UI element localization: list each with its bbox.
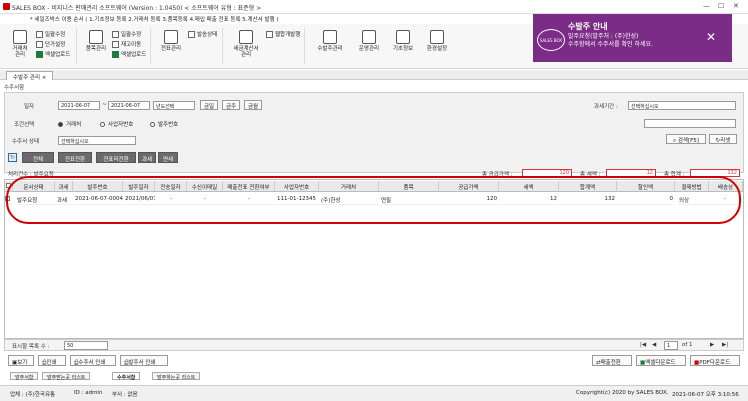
status-company: 업체 : (주)한국유통 <box>10 392 56 398</box>
refresh-icon[interactable]: ↻ <box>8 153 17 162</box>
po-print-button[interactable]: ⎙발주서 인쇄 <box>120 355 168 366</box>
stock-icon <box>112 40 119 48</box>
year-select[interactable]: 년도선택 <box>153 101 195 110</box>
status-copyright: Copyright(c) 2020 by SALES BOX. <box>576 390 669 396</box>
rows-per-page-label: 표시할 목록 수 : <box>12 344 50 350</box>
window-title: SALES BOX - 비지니스 판매관리 소프트웨어 (Version : 1… <box>12 5 262 12</box>
filter-unconverted-button[interactable]: 전표미전환 <box>96 152 136 163</box>
radio-orderno[interactable]: 발주번호 <box>150 120 178 128</box>
customer-manage-button[interactable]: 거래처 관리 <box>6 30 34 58</box>
base-info-icon <box>396 30 410 44</box>
page-prev-icon[interactable]: ◀ <box>652 342 656 348</box>
status-datetime: 2021-06-07 오후 3:10:56 <box>672 392 739 398</box>
operation-icon <box>362 30 376 44</box>
filter-taxfree-button[interactable]: 면세 <box>158 152 178 163</box>
maximize-icon[interactable]: ☐ <box>718 2 724 10</box>
minimize-icon[interactable]: — <box>703 2 710 10</box>
filter-converted-button[interactable]: 전표전환 <box>58 152 92 163</box>
customer-icon <box>13 30 27 44</box>
status-user: ID : admin <box>74 390 103 396</box>
page-count: of 1 <box>682 342 693 348</box>
send-icon <box>188 30 195 38</box>
issue-icon <box>266 30 273 38</box>
tax-issue-button[interactable]: 웹합개발행 <box>266 30 300 38</box>
order-icon <box>323 30 337 44</box>
pdf-download-button[interactable]: ■PDF다운로드 <box>690 355 740 366</box>
tax-icon <box>239 30 253 44</box>
price-icon <box>36 40 43 48</box>
salesbox-logo: SALES BOX <box>537 29 565 51</box>
this-week-button[interactable]: 금주 <box>222 100 240 110</box>
radio-customer[interactable]: 거래처 <box>58 120 81 128</box>
tab-buyer-list[interactable]: 발주하는곳 리스트 <box>152 372 201 381</box>
tax-period-select[interactable]: 선택하십시오 <box>628 101 736 110</box>
edit-icon <box>36 30 43 38</box>
app-icon <box>3 3 10 10</box>
item-excel-upload-button[interactable]: 엑셀업로드 <box>112 50 146 58</box>
tab-close-icon[interactable]: × <box>42 75 47 81</box>
page-first-icon[interactable]: |◀ <box>640 342 646 348</box>
condition-search-input[interactable] <box>644 119 736 128</box>
condition-label: 조건선택 <box>14 122 35 128</box>
usage-marquee: * 세일즈박스 이용 순서 ( 1.기초정보 등록 2.거래처 등록 3.품목등… <box>30 17 279 23</box>
this-month-button[interactable]: 금월 <box>244 100 262 110</box>
table-footer <box>4 339 744 351</box>
view-button[interactable]: ▣보기 <box>8 355 34 366</box>
slip-icon <box>164 30 178 44</box>
close-icon[interactable]: ✕ <box>733 2 739 10</box>
status-label: 수주서 상태 <box>12 139 40 145</box>
item-manage-button[interactable]: 품목관리 <box>82 30 110 52</box>
today-button[interactable]: 금일 <box>200 100 218 110</box>
notice-body: 발주요청(발주처 : (주)한성) 수주함에서 수주서를 확인 하세요. <box>568 33 653 48</box>
operation-manage-button[interactable]: 운영관리 <box>352 30 386 52</box>
section-title: 수주서함 <box>4 85 25 91</box>
highlight-circle <box>6 176 741 224</box>
filter-taxable-button[interactable]: 과세 <box>138 152 156 163</box>
status-dept: 부서 : 없음 <box>112 392 138 398</box>
radio-bizno[interactable]: 사업자번호 <box>100 120 133 128</box>
status-select[interactable]: 선택하십시오 <box>58 136 136 145</box>
stock-move-button[interactable]: 재고이동 <box>112 40 141 48</box>
item-bulk-edit-button[interactable]: 일괄수정 <box>112 30 141 38</box>
date-label: 일자 <box>24 104 35 110</box>
reset-button[interactable]: ↻리셋 <box>709 134 737 144</box>
print-button[interactable]: ⎙인쇄 <box>38 355 66 366</box>
edit-icon <box>112 30 119 38</box>
filter-all-button[interactable]: 전체 <box>22 152 54 163</box>
order-manage-button[interactable]: 수발주관리 <box>310 30 350 52</box>
tax-period-label: 과세기간 : <box>594 104 618 110</box>
to-sales-button[interactable]: ⇄매출전환 <box>592 355 632 366</box>
notice-close-icon[interactable]: ✕ <box>706 30 716 44</box>
excel-icon <box>36 50 43 58</box>
tax-invoice-button[interactable]: 세금계산서 관리 <box>228 30 264 58</box>
tab-po-inbox[interactable]: 발주서함 <box>10 372 39 381</box>
notice-title: 수발주 안내 <box>568 22 608 31</box>
excel-icon <box>112 50 119 58</box>
page-last-icon[interactable]: ▶| <box>722 342 728 348</box>
cust-excel-upload-button[interactable]: 엑셀업로드 <box>36 50 70 58</box>
search-button[interactable]: ⌕ 검색[F5] <box>666 134 706 144</box>
base-info-button[interactable]: 기초정보 <box>388 30 418 52</box>
settings-button[interactable]: 환경설정 <box>420 30 454 52</box>
item-icon <box>89 30 103 44</box>
price-setting-button[interactable]: 단가설정 <box>36 40 65 48</box>
tab-order-inbox[interactable]: 수주서함 <box>112 372 141 381</box>
excel-download-button[interactable]: ■엑셀다운로드 <box>636 355 686 366</box>
slip-manage-button[interactable]: 전표관리 <box>156 30 186 52</box>
cust-bulk-edit-button[interactable]: 일괄수정 <box>36 30 65 38</box>
tab-order-manage[interactable]: 수발주 관리 × <box>6 71 54 81</box>
search-icon: ⌕ <box>673 138 677 144</box>
date-from-input[interactable]: 2021-06-07 <box>58 101 100 110</box>
tab-supplier-list[interactable]: 발주받는곳 리스트 <box>42 372 91 381</box>
page-input[interactable]: 1 <box>664 341 678 350</box>
fingerprint-icon <box>430 30 444 44</box>
tab-strip <box>0 70 748 80</box>
send-status-button[interactable]: 발송상태 <box>188 30 217 38</box>
date-to-input[interactable]: 2021-06-07 <box>108 101 150 110</box>
order-print-button[interactable]: ⎙수주서 인쇄 <box>70 355 116 366</box>
rows-per-page-select[interactable]: 50 <box>64 341 108 350</box>
page-next-icon[interactable]: ▶ <box>710 342 714 348</box>
